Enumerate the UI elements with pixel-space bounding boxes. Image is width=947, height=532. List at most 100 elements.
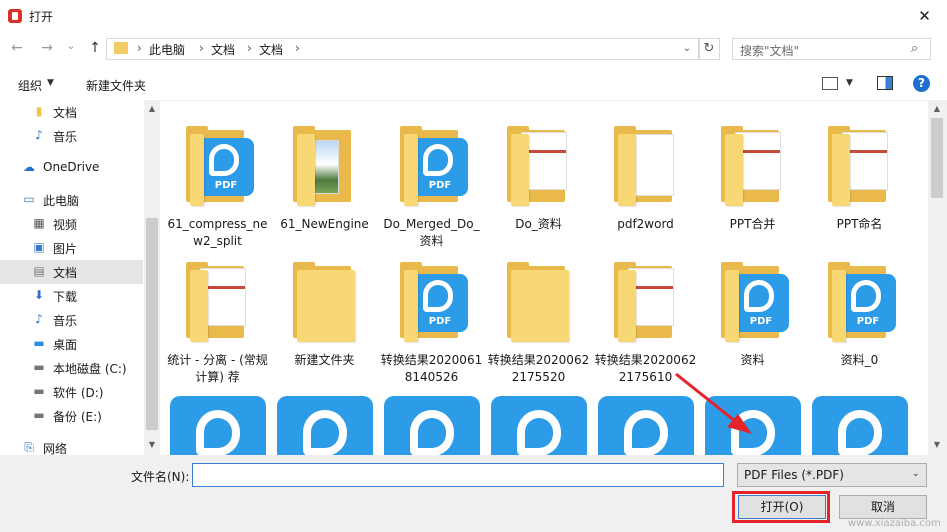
nav-scroll-thumb[interactable] — [146, 218, 158, 430]
search-input[interactable]: 搜索"文档" — [740, 42, 799, 59]
folder-name: 资料 — [740, 353, 765, 367]
folder-item[interactable]: 转换结果20200622175520 — [485, 246, 592, 384]
refresh-button[interactable]: ↻ — [698, 38, 720, 60]
folder-item[interactable]: 新建文件夹 — [271, 246, 378, 382]
scroll-up-arrow-icon[interactable]: ▲ — [929, 104, 945, 113]
address-bar[interactable]: › 此电脑 › 文档 › 文档 › ⌄ — [106, 38, 700, 60]
sidebar-item-0[interactable]: ▮ 文档 — [0, 100, 143, 124]
cancel-button[interactable]: 取消 — [839, 495, 927, 519]
music-icon: ♪ — [35, 128, 43, 142]
filename-label: 文件名(N): — [131, 470, 190, 484]
filetype-dropdown-icon[interactable]: ⌄ — [912, 469, 920, 479]
change-view-icon[interactable] — [822, 77, 838, 90]
folder-name: 61_NewEngine — [280, 217, 369, 231]
recent-locations-icon[interactable]: ⌄ — [62, 38, 80, 54]
drive-icon: ▬ — [33, 360, 45, 374]
breadcrumb-separator: › — [247, 41, 252, 55]
folder-tab — [721, 262, 743, 270]
pdf-file-icon[interactable] — [384, 396, 480, 455]
filetype-select[interactable]: PDF Files (*.PDF) ⌄ — [737, 463, 927, 487]
folder-front — [725, 134, 743, 206]
search-box[interactable]: 搜索"文档" ⌕ — [732, 38, 931, 60]
folder-item[interactable]: Do_资料 — [485, 110, 592, 246]
folder-item[interactable]: PDF 转换结果20200618140526 — [378, 246, 485, 384]
sidebar-item-2[interactable]: ☁ OneDrive — [0, 156, 143, 180]
pdf-file-icon[interactable] — [277, 396, 373, 455]
forward-arrow-icon[interactable]: → — [38, 40, 56, 56]
folder-item[interactable]: PDF 61_compress_new2_split — [164, 110, 271, 248]
pdf-file-icon[interactable] — [598, 396, 694, 455]
folder-item[interactable]: PPT命名 — [806, 110, 913, 246]
breadcrumb-separator: › — [137, 41, 142, 55]
breadcrumb-documents[interactable]: 文档 — [211, 41, 235, 58]
folder-item[interactable]: 转换结果20200622175610 — [592, 246, 699, 384]
filename-field[interactable]: ⌄ — [192, 463, 909, 487]
sidebar-item-11[interactable]: ▬ 软件 (D:) — [0, 380, 143, 404]
pdf-label: PDF — [214, 180, 238, 191]
sidebar-item-9[interactable]: ▬ 桌面 — [0, 332, 143, 356]
breadcrumb-separator: › — [295, 41, 300, 55]
folder-item[interactable]: PPT合并 — [699, 110, 806, 246]
sidebar-item-10[interactable]: ▬ 本地磁盘 (C:) — [0, 356, 143, 380]
pdf-file-icon[interactable] — [812, 396, 908, 455]
breadcrumb-this-pc[interactable]: 此电脑 — [149, 41, 185, 58]
organize-button[interactable]: 组织 — [18, 77, 42, 94]
pdf-file-icon[interactable] — [170, 396, 266, 455]
organize-caret-icon[interactable]: ▼ — [47, 78, 54, 88]
pdf-logo — [731, 410, 775, 455]
back-arrow-icon[interactable]: ← — [8, 40, 26, 56]
folder-icon — [114, 42, 128, 54]
sidebar-item-1[interactable]: ♪ 音乐 — [0, 124, 143, 148]
folder-item[interactable]: pdf2word — [592, 110, 699, 246]
sidebar-item-label: OneDrive — [43, 160, 100, 174]
folder-tab — [186, 126, 208, 134]
folder-name: pdf2word — [617, 217, 674, 231]
music-icon: ♪ — [35, 312, 43, 326]
file-list: PDF 61_compress_new2_split 61_NewEngine PDF… — [162, 100, 928, 455]
folder-name: 转换结果20200618140526 — [380, 353, 483, 384]
document-icon: ▤ — [33, 264, 45, 278]
pdf-logo — [196, 410, 240, 455]
sidebar-item-8[interactable]: ♪ 音乐 — [0, 308, 143, 332]
sidebar-item-13[interactable]: ⎘ 网络 — [0, 436, 143, 456]
cloud-icon: ☁ — [23, 160, 35, 174]
pdf-logo — [423, 144, 453, 176]
scroll-down-arrow-icon[interactable]: ▼ — [929, 440, 945, 449]
breadcrumb-documents-sub[interactable]: 文档 — [259, 41, 283, 58]
pdf-logo — [851, 280, 881, 312]
scroll-up-arrow-icon[interactable]: ▲ — [144, 104, 160, 113]
search-icon[interactable]: ⌕ — [911, 41, 918, 56]
folder-front — [297, 270, 355, 342]
sidebar-item-3[interactable]: ▭ 此电脑 — [0, 188, 143, 212]
pdf-file-icon[interactable] — [705, 396, 801, 455]
sidebar-item-5[interactable]: ▣ 图片 — [0, 236, 143, 260]
preview-pane-icon[interactable] — [877, 76, 893, 90]
scroll-down-arrow-icon[interactable]: ▼ — [144, 440, 160, 449]
breadcrumb-separator: › — [199, 41, 204, 55]
folder-item[interactable]: 统计 - 分离 - (常规计算) 荐 — [164, 246, 271, 384]
sidebar-item-12[interactable]: ▬ 备份 (E:) — [0, 404, 143, 428]
sidebar-item-label: 此电脑 — [43, 194, 80, 208]
folder-item[interactable]: PDF 资料 — [699, 246, 806, 382]
content-scroll-thumb[interactable] — [931, 118, 943, 198]
new-folder-button[interactable]: 新建文件夹 — [86, 77, 146, 94]
close-button[interactable]: ✕ — [902, 0, 947, 32]
address-dropdown-icon[interactable]: ⌄ — [679, 41, 695, 57]
view-caret-icon[interactable]: ▼ — [846, 78, 853, 88]
folder-front — [190, 270, 208, 342]
sidebar-item-6[interactable]: ▤ 文档 — [0, 260, 143, 284]
help-icon[interactable]: ? — [913, 75, 930, 92]
sidebar-item-7[interactable]: ⬇ 下载 — [0, 284, 143, 308]
sidebar-item-4[interactable]: ▦ 视频 — [0, 212, 143, 236]
folder-tab — [614, 126, 636, 134]
pdf-logo — [624, 410, 668, 455]
folder-item[interactable]: PDF 资料_0 — [806, 246, 913, 382]
folder-item[interactable]: 61_NewEngine — [271, 110, 378, 246]
sidebar-item-label: 音乐 — [53, 130, 78, 144]
pdf-icon: PDF — [733, 274, 789, 332]
pdf-file-icon[interactable] — [491, 396, 587, 455]
sidebar-item-label: 备份 (E:) — [53, 410, 102, 424]
up-arrow-icon[interactable]: ↑ — [86, 40, 104, 56]
folder-item[interactable]: PDF Do_Merged_Do_资料 — [378, 110, 485, 248]
folder-tab — [400, 126, 422, 134]
